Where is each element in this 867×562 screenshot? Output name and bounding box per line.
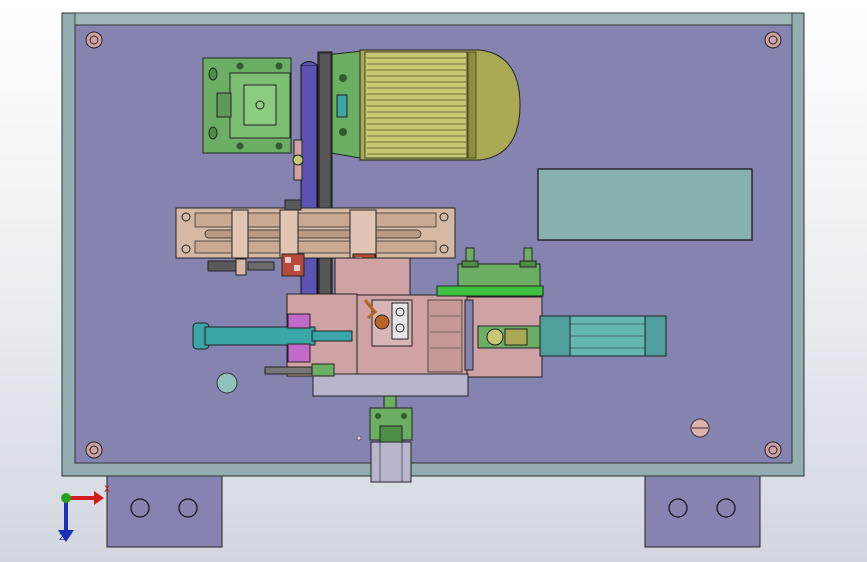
cad-drawing: X Z xyxy=(58,12,805,548)
linear-slide xyxy=(175,199,456,259)
right-mounting-foot xyxy=(644,475,761,548)
small-hole xyxy=(356,435,362,441)
gearbox-mount xyxy=(202,57,292,154)
corner-bolt xyxy=(85,441,103,459)
pneumatic-cylinder-right xyxy=(539,315,667,357)
electric-motor xyxy=(359,49,521,161)
cylinder-coupling xyxy=(477,325,541,349)
clamp-block-left xyxy=(281,253,305,277)
locating-pin xyxy=(216,372,238,394)
label-plate xyxy=(537,168,753,241)
frame-top-rail xyxy=(74,12,793,26)
left-mounting-foot xyxy=(106,475,223,548)
corner-bolt xyxy=(764,441,782,459)
x-axis-label: X xyxy=(104,485,110,495)
xyz-axis-triad: X Z xyxy=(58,485,110,543)
z-axis-label: Z xyxy=(59,533,65,543)
corner-bolt xyxy=(85,31,103,49)
pneumatic-cylinder-bottom xyxy=(369,395,413,483)
cad-viewport[interactable]: X Z xyxy=(0,0,867,562)
adjuster-screw xyxy=(690,418,710,438)
pulley xyxy=(292,139,304,181)
corner-bolt xyxy=(764,31,782,49)
